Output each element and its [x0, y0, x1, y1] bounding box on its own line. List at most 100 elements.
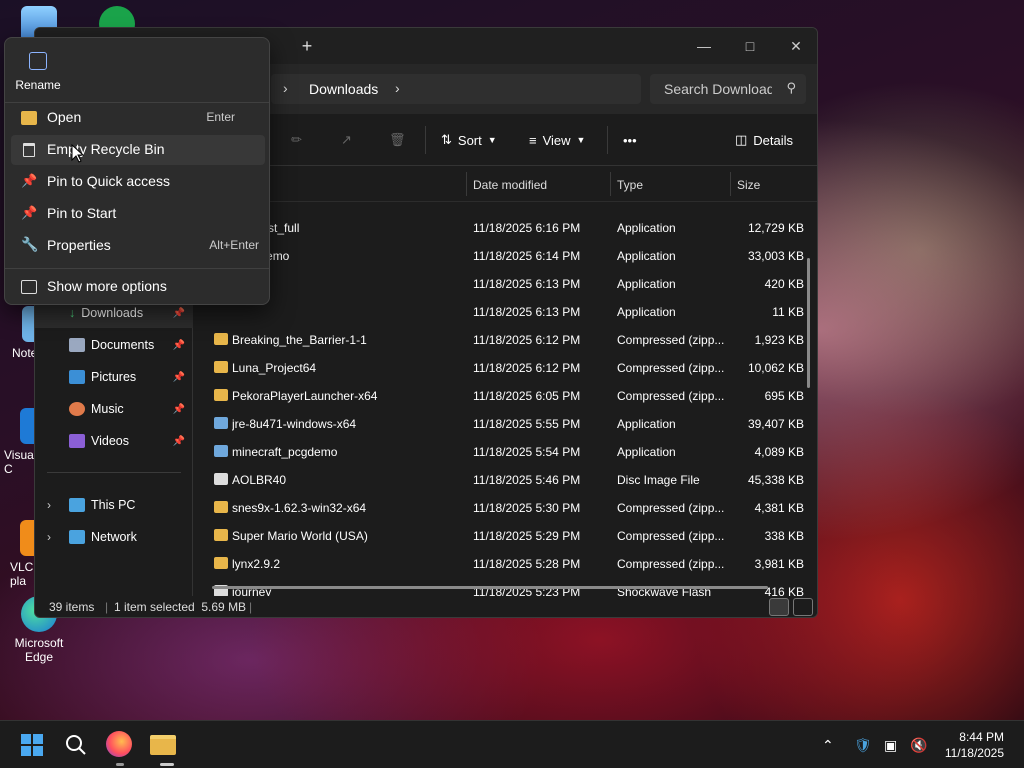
table-row[interactable]: ...aft-demo11/18/2025 6:14 PMApplication… — [194, 242, 804, 270]
vertical-scrollbar[interactable] — [807, 258, 810, 388]
column-header-date[interactable]: Date modified — [473, 178, 547, 192]
selection-info: 1 item selected 5.69 MB — [114, 600, 247, 614]
context-menu: Rename Open Enter Empty Recycle Bin 📌 Pi… — [4, 37, 270, 305]
details-view-button[interactable] — [769, 598, 789, 616]
clock-date: 11/18/2025 — [944, 746, 1004, 760]
file-name: lynx2.9.2 — [232, 557, 281, 571]
firefox-icon — [106, 731, 132, 757]
start-button[interactable] — [18, 731, 46, 759]
nav-item-videos[interactable]: Videos 📌 — [35, 426, 193, 456]
column-header-size[interactable]: Size — [737, 178, 760, 192]
chevron-right-icon[interactable]: › — [395, 80, 400, 96]
table-row[interactable]: AOLBR40 11/18/2025 5:46 PM Disc Image File… — [194, 466, 804, 494]
file-size: 45,338 KB — [747, 473, 804, 487]
close-button[interactable]: ✕ — [773, 32, 817, 60]
chevron-right-icon[interactable]: › — [47, 530, 51, 544]
menu-item-properties[interactable]: 🔧 Properties Alt+Enter — [11, 231, 265, 261]
rename-action[interactable]: Rename — [15, 48, 61, 94]
file-size: 4,381 KB — [754, 501, 804, 515]
file-date: 11/18/2025 5:46 PM — [473, 473, 581, 487]
delete-tool-icon[interactable]: 🗑 — [389, 128, 406, 152]
item-count: 39 items — [49, 600, 95, 614]
column-separator[interactable] — [466, 172, 467, 196]
zip-folder-icon — [214, 361, 228, 373]
folder-open-icon — [21, 111, 37, 125]
table-row[interactable]: snes9x-1.62.3-win32-x64 11/18/2025 5:30 P… — [194, 494, 804, 522]
minimize-button[interactable]: — — [681, 32, 727, 60]
pin-icon[interactable]: 📌 — [173, 308, 185, 319]
table-row[interactable]: Luna_Project64 11/18/2025 6:12 PM Compress… — [194, 354, 804, 382]
column-separator[interactable] — [610, 172, 611, 196]
new-tab-button[interactable]: + — [293, 34, 321, 58]
music-icon — [69, 402, 85, 416]
file-date: 11/18/2025 5:54 PM — [473, 445, 581, 459]
menu-item-show-more-options[interactable]: Show more options — [11, 272, 265, 302]
table-row[interactable]: minecraft_pcgdemo 11/18/2025 5:54 PM Appli… — [194, 438, 804, 466]
nav-label: Videos — [91, 434, 129, 448]
search-button[interactable] — [62, 731, 90, 759]
application-icon — [214, 445, 228, 457]
table-row[interactable]: ..._latest_full11/18/2025 6:16 PMApplica… — [194, 214, 804, 242]
clock[interactable]: 8:44 PM 11/18/2025 — [945, 729, 1004, 761]
status-divider: | — [249, 600, 253, 614]
firefox-button[interactable] — [106, 731, 134, 759]
volume-muted-icon[interactable]: 🔇 — [910, 737, 927, 754]
details-button[interactable]: ◫ Details — [735, 128, 793, 152]
rename-tool-icon[interactable]: ✏ — [291, 128, 302, 152]
file-size: 1,923 KB — [754, 333, 804, 347]
download-icon: ↓ — [69, 306, 76, 320]
more-button[interactable]: ••• — [623, 128, 637, 152]
file-size: 11 KB — [772, 305, 804, 319]
table-row[interactable]: ...lorer11/18/2025 6:13 PMApplication420… — [194, 270, 804, 298]
defender-shield-icon[interactable]: 🛡 — [854, 737, 872, 754]
sort-button[interactable]: ⇅ Sort ▼ — [441, 128, 497, 152]
videos-icon — [69, 434, 85, 448]
toolbar-separator — [425, 126, 426, 154]
share-tool-icon[interactable]: ↗ — [341, 128, 352, 152]
pin-icon[interactable]: 📌 — [173, 404, 185, 415]
running-indicator — [116, 763, 124, 766]
menu-item-open[interactable]: Open Enter — [11, 103, 265, 133]
chevron-right-icon: › — [283, 80, 288, 96]
table-row[interactable]: jre-8u471-windows-x64 11/18/2025 5:55 PM A… — [194, 410, 804, 438]
file-name: snes9x-1.62.3-win32-x64 — [232, 501, 367, 515]
menu-item-empty-recycle-bin[interactable]: Empty Recycle Bin — [11, 135, 265, 165]
table-row[interactable]: PekoraPlayerLauncher-x64 11/18/2025 6:05 … — [194, 382, 804, 410]
menu-item-pin-start[interactable]: 📌 Pin to Start — [11, 199, 265, 229]
pin-icon[interactable]: 📌 — [173, 372, 185, 383]
horizontal-scrollbar[interactable] — [212, 586, 768, 589]
file-name: minecraft_pcgdemo — [232, 445, 338, 459]
table-row[interactable]: Super Mario World (USA) 11/18/2025 5:29 P… — [194, 522, 804, 550]
file-name: Super Mario World (USA) — [232, 529, 368, 543]
pin-icon[interactable]: 📌 — [173, 340, 185, 351]
table-row[interactable]: 11/18/2025 6:13 PM Application 11 KB — [194, 298, 804, 326]
file-size: 338 KB — [764, 529, 804, 543]
pin-icon[interactable]: 📌 — [173, 436, 185, 447]
file-type: Compressed (zipp... — [617, 557, 725, 571]
tiles-view-button[interactable] — [793, 598, 813, 616]
file-date: 11/18/2025 6:13 PM — [473, 305, 581, 319]
nav-item-pictures[interactable]: Pictures 📌 — [35, 362, 193, 392]
view-icon: ≡ — [529, 132, 537, 148]
nav-item-this-pc[interactable]: › This PC — [35, 490, 193, 520]
column-header-type[interactable]: Type — [617, 178, 643, 192]
chevron-right-icon[interactable]: › — [47, 498, 51, 512]
nav-item-music[interactable]: Music 📌 — [35, 394, 193, 424]
column-separator[interactable] — [730, 172, 731, 196]
table-row[interactable]: lynx2.9.2 11/18/2025 5:28 PM Compressed (z… — [194, 550, 804, 578]
maximize-button[interactable]: □ — [727, 32, 773, 60]
file-explorer-button[interactable] — [150, 731, 178, 759]
address-bar[interactable]: › Downloads › — [271, 74, 641, 104]
nav-item-network[interactable]: › Network — [35, 522, 193, 552]
table-row[interactable]: Breaking_the_Barrier-1-1 11/18/2025 6:12 … — [194, 326, 804, 354]
nav-item-documents[interactable]: Documents 📌 — [35, 330, 193, 360]
menu-item-pin-quick-access[interactable]: 📌 Pin to Quick access — [11, 167, 265, 197]
display-icon[interactable]: ▣ — [884, 737, 897, 754]
chevron-up-icon[interactable]: ⌃ — [822, 737, 834, 754]
view-button[interactable]: ≡ View ▼ — [529, 128, 585, 152]
file-date: 11/18/2025 5:55 PM — [473, 417, 581, 431]
breadcrumb-downloads[interactable]: Downloads — [309, 81, 378, 97]
pin-icon: 📌 — [21, 173, 38, 188]
search-input[interactable]: Search Downloads ⚲ — [650, 74, 806, 104]
zip-folder-icon — [214, 529, 228, 541]
